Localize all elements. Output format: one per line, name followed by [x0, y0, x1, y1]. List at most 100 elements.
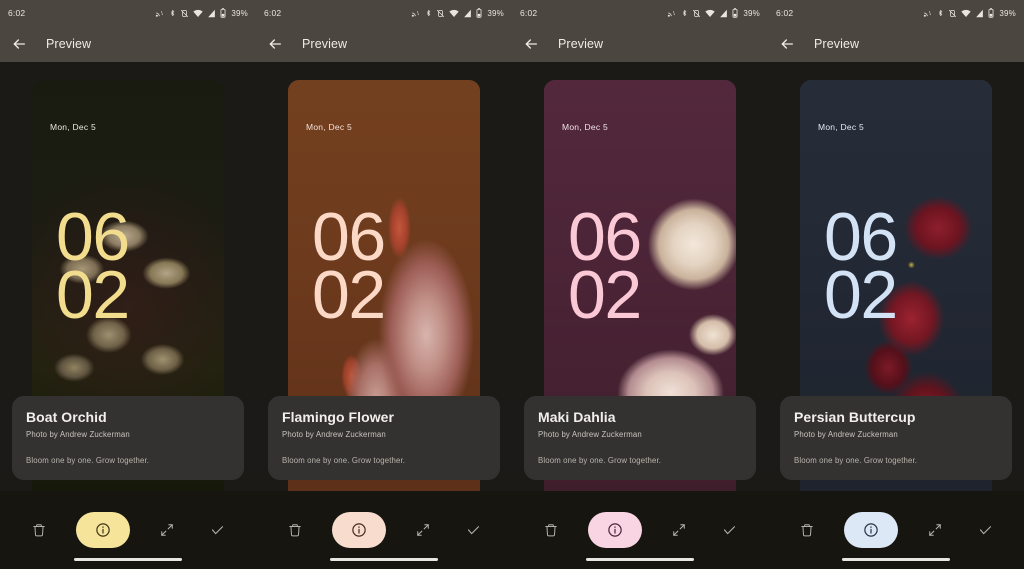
signal-icon	[208, 9, 216, 17]
status-bar-icons: 39%	[666, 8, 760, 18]
trash-icon[interactable]	[794, 517, 820, 543]
battery-percent-label: 39%	[999, 8, 1016, 18]
arrow-back-icon[interactable]	[778, 35, 796, 53]
info-button[interactable]	[844, 512, 898, 548]
battery-percent-label: 39%	[743, 8, 760, 18]
arrow-back-icon[interactable]	[266, 35, 284, 53]
app-bar: Preview	[512, 26, 768, 62]
lockscreen-clock: 06 02	[824, 203, 898, 330]
wallpaper-description: Bloom one by one. Grow together.	[282, 456, 406, 465]
lockscreen-clock-minute: 02	[568, 257, 642, 334]
wallpaper-preview-panel: 6:02 39% Preview Mon, D	[768, 0, 1024, 569]
page-title: Preview	[814, 37, 860, 51]
status-bar-icons: 39%	[922, 8, 1016, 18]
home-indicator	[330, 558, 438, 561]
wallpaper-description: Bloom one by one. Grow together.	[794, 456, 918, 465]
lockscreen-clock: 06 02	[568, 203, 642, 334]
wallpaper-author: Photo by Andrew Zuckerman	[538, 430, 642, 439]
preview-canvas: Mon, Dec 5 06 02 Maki Dahlia Photo by An…	[512, 62, 768, 491]
wallpaper-info-card: Boat Orchid Photo by Andrew Zuckerman Bl…	[12, 396, 244, 480]
wallpaper-title: Flamingo Flower	[282, 409, 394, 425]
fullscreen-expand-icon[interactable]	[922, 517, 948, 543]
lockscreen-clock-minute: 02	[56, 257, 130, 334]
battery-percent-label: 39%	[487, 8, 504, 18]
lockscreen-date: Mon, Dec 5	[50, 122, 96, 132]
lockscreen-clock: 06 02	[312, 203, 386, 330]
wallpaper-info-card: Persian Buttercup Photo by Andrew Zucker…	[780, 396, 1012, 480]
trash-icon[interactable]	[538, 517, 564, 543]
status-bar-clock: 6:02	[776, 8, 794, 18]
bottom-toolbar	[256, 491, 512, 569]
preview-canvas: Mon, Dec 5 06 02 Flamingo Flower Photo b…	[256, 62, 512, 491]
status-bar-clock: 6:02	[520, 8, 538, 18]
wallpaper-info-card: Maki Dahlia Photo by Andrew Zuckerman Bl…	[524, 396, 756, 480]
signal-icon	[976, 9, 984, 17]
wifi-icon	[193, 9, 204, 17]
check-icon[interactable]	[460, 517, 486, 543]
wallpaper-author: Photo by Andrew Zuckerman	[794, 430, 898, 439]
bluetooth-icon	[171, 10, 175, 16]
wallpaper-preview-panel: 6:02 39% Preview Mon, D	[256, 0, 512, 569]
wifi-icon	[961, 9, 972, 17]
lockscreen-date: Mon, Dec 5	[818, 122, 864, 132]
check-icon[interactable]	[204, 517, 230, 543]
fullscreen-expand-icon[interactable]	[410, 517, 436, 543]
signal-icon	[464, 9, 472, 17]
status-bar-icons: 39%	[410, 8, 504, 18]
cast-icon	[668, 10, 676, 17]
info-button[interactable]	[76, 512, 130, 548]
vibrate-off-icon	[949, 9, 957, 17]
lockscreen-date: Mon, Dec 5	[562, 122, 608, 132]
home-indicator	[74, 558, 182, 561]
cast-icon	[924, 10, 932, 17]
wallpaper-description: Bloom one by one. Grow together.	[26, 456, 150, 465]
battery-icon	[476, 8, 482, 18]
fullscreen-expand-icon[interactable]	[666, 517, 692, 543]
bluetooth-icon	[939, 10, 943, 16]
bottom-toolbar	[0, 491, 256, 569]
info-button[interactable]	[332, 512, 386, 548]
wallpaper-description: Bloom one by one. Grow together.	[538, 456, 662, 465]
page-title: Preview	[558, 37, 604, 51]
wallpaper-info-card: Flamingo Flower Photo by Andrew Zuckerma…	[268, 396, 500, 480]
cast-icon	[156, 10, 164, 17]
home-indicator	[586, 558, 694, 561]
page-title: Preview	[302, 37, 348, 51]
status-bar-icons: 39%	[154, 8, 248, 18]
bottom-toolbar	[768, 491, 1024, 569]
wallpaper-preview-panel: 6:02 39% Preview Mon, D	[0, 0, 256, 569]
wifi-icon	[705, 9, 716, 17]
arrow-back-icon[interactable]	[10, 35, 28, 53]
battery-icon	[220, 8, 226, 18]
fullscreen-expand-icon[interactable]	[154, 517, 180, 543]
check-icon[interactable]	[716, 517, 742, 543]
wallpaper-preview-panel: 6:02 39% Preview Mon, D	[512, 0, 768, 569]
bluetooth-icon	[683, 10, 687, 16]
home-indicator	[842, 558, 950, 561]
wallpaper-author: Photo by Andrew Zuckerman	[26, 430, 130, 439]
page-title: Preview	[46, 37, 92, 51]
status-bar: 6:02 39%	[256, 0, 512, 26]
status-bar-clock: 6:02	[264, 8, 282, 18]
vibrate-off-icon	[181, 9, 189, 17]
wallpaper-title: Maki Dahlia	[538, 409, 616, 425]
battery-icon	[732, 8, 738, 18]
wifi-icon	[449, 9, 460, 17]
app-bar: Preview	[256, 26, 512, 62]
app-bar: Preview	[0, 26, 256, 62]
trash-icon[interactable]	[282, 517, 308, 543]
lockscreen-clock: 06 02	[56, 203, 130, 334]
signal-icon	[720, 9, 728, 17]
preview-screens-row: 6:02 39% Preview Mon, Dec 5 06 02 Boat O…	[0, 0, 1024, 569]
wallpaper-title: Persian Buttercup	[794, 409, 916, 425]
bottom-toolbar	[512, 491, 768, 569]
check-icon[interactable]	[972, 517, 998, 543]
trash-icon[interactable]	[26, 517, 52, 543]
app-bar: Preview	[768, 26, 1024, 62]
lockscreen-date: Mon, Dec 5	[306, 122, 352, 132]
status-bar: 6:02 39%	[0, 0, 256, 26]
vibrate-off-icon	[437, 9, 445, 17]
arrow-back-icon[interactable]	[522, 35, 540, 53]
status-bar: 6:02 39%	[512, 0, 768, 26]
info-button[interactable]	[588, 512, 642, 548]
